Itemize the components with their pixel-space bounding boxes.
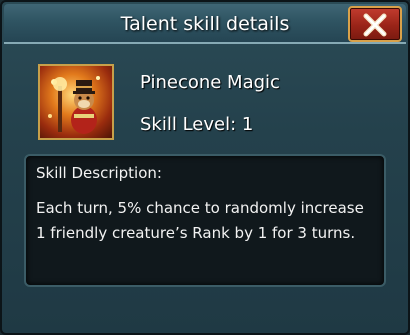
description-heading: Skill Description: bbox=[36, 164, 162, 182]
dialog-title: Talent skill details bbox=[120, 13, 290, 35]
description-text: Each turn, 5% chance to randomly increas… bbox=[36, 196, 376, 246]
talent-skill-dialog: Talent skill details Pinecone Magic Skil… bbox=[0, 0, 410, 335]
description-line: 1 friendly creature’s Rank by 1 for 3 tu… bbox=[36, 224, 356, 242]
dialog-titlebar: Talent skill details bbox=[4, 4, 406, 44]
pinecone-magic-skill-icon bbox=[48, 76, 100, 134]
close-x-icon bbox=[363, 13, 387, 37]
description-panel: Skill Description: Each turn, 5% chance … bbox=[24, 154, 386, 287]
skill-icon bbox=[38, 64, 114, 140]
skill-name: Pinecone Magic bbox=[140, 72, 280, 93]
skill-level: Skill Level: 1 bbox=[140, 114, 254, 135]
description-line: Each turn, 5% chance to randomly increas… bbox=[36, 199, 364, 217]
close-button[interactable] bbox=[348, 6, 402, 42]
